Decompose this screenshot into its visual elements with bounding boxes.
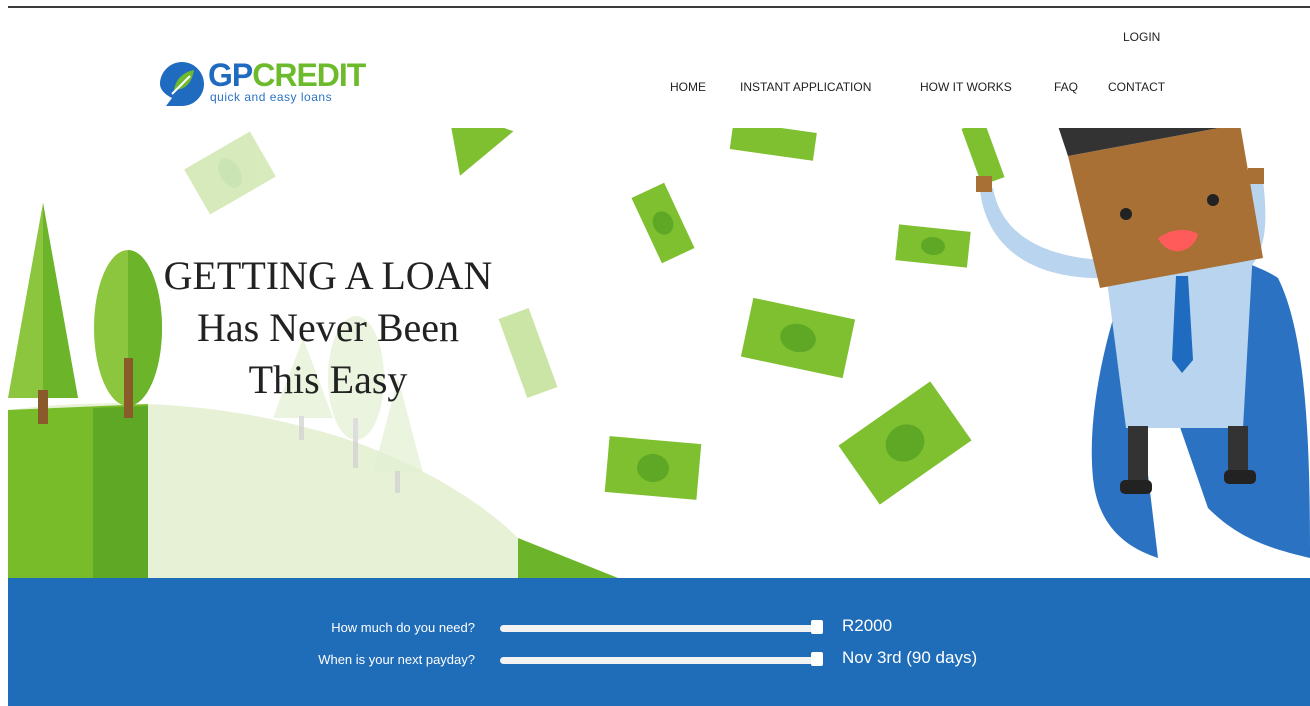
page: GPCREDIT quick and easy loans LOGIN HOME… (8, 8, 1310, 706)
cash-note-1 (184, 131, 276, 215)
tree-tall (8, 203, 78, 424)
site-header: GPCREDIT quick and easy loans LOGIN HOME… (8, 8, 1310, 128)
amount-label: How much do you need? (331, 620, 475, 635)
cash-note-8 (604, 436, 702, 500)
logo-mark-icon (160, 62, 204, 106)
cash-note-4 (631, 182, 695, 264)
amount-row: How much do you need? R2000 (8, 616, 1310, 642)
cash-note-2 (447, 128, 514, 176)
tree-round (94, 250, 162, 418)
payday-slider-handle[interactable] (811, 652, 823, 666)
payday-slider[interactable] (500, 657, 818, 664)
nav-how-it-works-label: HOW IT WORKS (920, 80, 1012, 94)
cash-note-9 (838, 381, 972, 505)
headline-line-2: Has Never Been (196, 305, 460, 350)
payday-row: When is your next payday? Nov 3rd (90 da… (8, 648, 1310, 674)
nav-home-label: HOME (670, 80, 706, 94)
nav-home[interactable]: HOME (670, 80, 706, 94)
cash-note-5 (895, 224, 971, 268)
payday-label: When is your next payday? (318, 652, 475, 667)
nav-instant-application[interactable]: INSTANT APPLICATION (740, 80, 871, 94)
hill (8, 403, 618, 578)
cash-note-7 (498, 308, 558, 398)
hero-character (976, 128, 1310, 558)
logo-text-credit: CREDIT (252, 57, 366, 93)
logo-tagline: quick and easy loans (210, 90, 333, 104)
headline-line-3: This Easy (248, 357, 408, 402)
hero-headline: GETTING A LOAN Has Never Been This Easy (158, 250, 498, 406)
logo[interactable]: GPCREDIT quick and easy loans (158, 58, 398, 116)
logo-text-gp: GP (208, 57, 253, 93)
nav-instant-application-label: INSTANT APPLICATION (740, 80, 872, 94)
amount-slider[interactable] (500, 625, 818, 632)
payday-value: Nov 3rd (90 days) (842, 648, 978, 667)
headline-line-1: GETTING A LOAN (163, 253, 493, 298)
nav-how-it-works[interactable]: HOW IT WORKS (920, 80, 1012, 94)
nav-faq-label: FAQ (1054, 80, 1079, 94)
nav-contact-label: CONTACT (1108, 80, 1166, 94)
amount-value: R2000 (842, 616, 893, 635)
nav-contact[interactable]: CONTACT (1108, 80, 1165, 94)
loan-calculator: How much do you need? R2000 When is your… (8, 578, 1310, 706)
nav-faq[interactable]: FAQ (1054, 80, 1078, 94)
logo-wordmark: GPCREDIT (208, 57, 366, 93)
cash-note-3 (729, 128, 817, 161)
hero-banner: GETTING A LOAN Has Never Been This Easy (8, 128, 1310, 578)
cash-note-6 (740, 297, 856, 379)
amount-slider-handle[interactable] (811, 620, 823, 634)
login-link[interactable]: LOGIN (1123, 30, 1160, 44)
